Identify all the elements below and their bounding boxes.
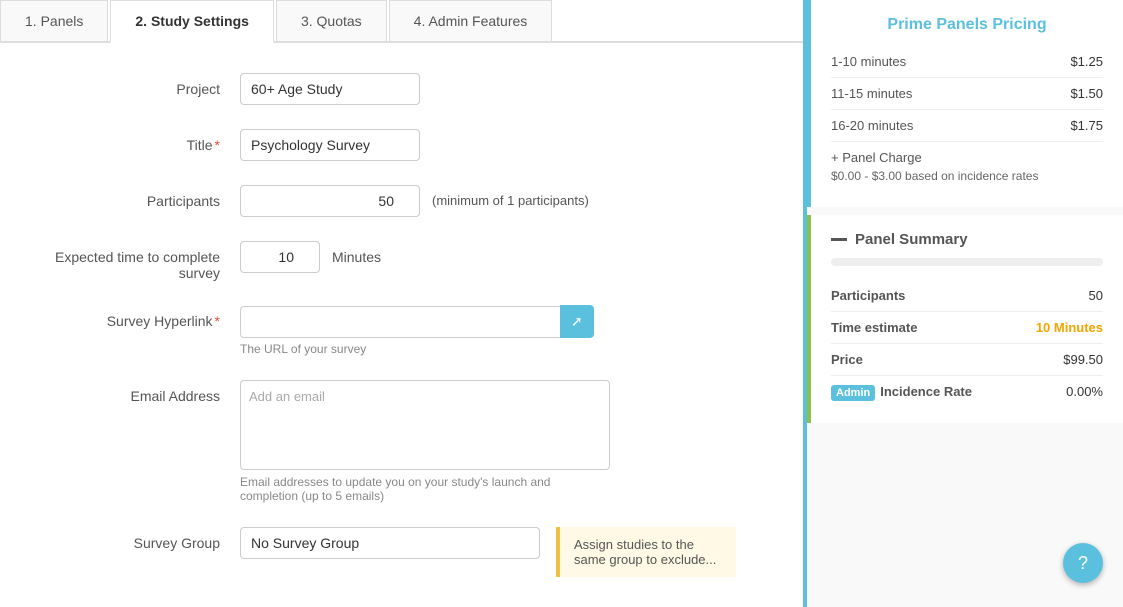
pricing-label-3: 16-20 minutes — [831, 118, 913, 133]
help-button[interactable]: ? — [1063, 543, 1103, 583]
participants-row: Participants (minimum of 1 participants) — [40, 185, 763, 217]
email-input-area[interactable]: Add an email — [240, 380, 610, 470]
survey-group-row: Survey Group No Survey Group Assign stud… — [40, 527, 763, 577]
tab-panels[interactable]: 1. Panels — [0, 0, 108, 41]
pricing-section: Prime Panels Pricing 1-10 minutes $1.25 … — [807, 0, 1123, 207]
project-row: Project — [40, 73, 763, 105]
hyperlink-label: Survey Hyperlink* — [40, 305, 240, 329]
survey-group-select[interactable]: No Survey Group — [240, 527, 540, 559]
tab-quotas[interactable]: 3. Quotas — [276, 0, 387, 41]
pricing-value-4: $0.00 - $3.00 based on incidence rates — [831, 169, 1038, 183]
email-wrapper: Add an email Email addresses to update y… — [240, 380, 610, 503]
title-label: Title* — [40, 129, 240, 153]
summary-participants-row: Participants 50 — [831, 280, 1103, 312]
pricing-row-1: 1-10 minutes $1.25 — [831, 46, 1103, 78]
admin-badge: Admin — [831, 385, 875, 401]
help-icon: ? — [1078, 553, 1088, 574]
summary-time-row: Time estimate 10 Minutes — [831, 312, 1103, 344]
pricing-row-2: 11-15 minutes $1.50 — [831, 78, 1103, 110]
pricing-label-2: 11-15 minutes — [831, 86, 912, 101]
summary-dash-icon — [831, 238, 847, 241]
summary-title: Panel Summary — [855, 231, 968, 248]
tab-study-settings[interactable]: 2. Study Settings — [110, 0, 274, 43]
summary-price-label: Price — [831, 352, 863, 367]
pricing-row-3: 16-20 minutes $1.75 — [831, 110, 1103, 142]
summary-price-row: Price $99.50 — [831, 344, 1103, 376]
external-link-icon: ➚ — [571, 313, 583, 329]
summary-section: Panel Summary Participants 50 Time estim… — [807, 215, 1123, 423]
summary-time-label: Time estimate — [831, 320, 917, 335]
time-input[interactable] — [240, 241, 320, 273]
time-row: Expected time to complete survey Minutes — [40, 241, 763, 281]
summary-incidence-value: 0.00% — [1066, 384, 1103, 399]
pricing-label-4: + Panel Charge — [831, 150, 922, 165]
tab-bar: 1. Panels 2. Study Settings 3. Quotas 4.… — [0, 0, 803, 43]
pricing-value-2: $1.50 — [1070, 86, 1103, 101]
hyperlink-open-button[interactable]: ➚ — [560, 305, 594, 338]
pricing-value-1: $1.25 — [1070, 54, 1103, 69]
project-input[interactable] — [240, 73, 420, 105]
survey-group-label: Survey Group — [40, 527, 240, 551]
participants-input[interactable] — [240, 185, 420, 217]
participants-label: Participants — [40, 185, 240, 209]
title-required: * — [215, 137, 220, 153]
hyperlink-row: Survey Hyperlink* ➚ The URL of your surv… — [40, 305, 763, 356]
title-row: Title* — [40, 129, 763, 161]
hyperlink-wrapper: ➚ — [240, 305, 594, 338]
title-input[interactable] — [240, 129, 420, 161]
email-label: Email Address — [40, 380, 240, 404]
email-row: Email Address Add an email Email address… — [40, 380, 763, 503]
summary-progress-bar — [831, 258, 1103, 266]
summary-incidence-label: AdminIncidence Rate — [831, 384, 972, 399]
right-panel: Prime Panels Pricing 1-10 minutes $1.25 … — [803, 0, 1123, 607]
minutes-label: Minutes — [332, 241, 381, 265]
survey-group-select-wrapper: No Survey Group — [240, 527, 540, 559]
survey-group-info: Assign studies to the same group to excl… — [556, 527, 736, 577]
project-label: Project — [40, 73, 240, 97]
hyperlink-input[interactable] — [240, 306, 560, 338]
tab-admin-features[interactable]: 4. Admin Features — [389, 0, 553, 41]
participants-note: (minimum of 1 participants) — [432, 185, 589, 208]
study-settings-form: Project Title* Participants (minimum of … — [0, 43, 803, 607]
email-hint: Email addresses to update you on your st… — [240, 475, 610, 503]
time-label: Expected time to complete survey — [40, 241, 240, 281]
summary-price-value: $99.50 — [1063, 352, 1103, 367]
summary-incidence-row: AdminIncidence Rate 0.00% — [831, 376, 1103, 407]
hyperlink-hint: The URL of your survey — [240, 342, 594, 356]
pricing-title: Prime Panels Pricing — [831, 16, 1103, 34]
pricing-value-3: $1.75 — [1070, 118, 1103, 133]
pricing-label-1: 1-10 minutes — [831, 54, 906, 69]
summary-participants-label: Participants — [831, 288, 905, 303]
summary-header: Panel Summary — [831, 231, 1103, 248]
summary-participants-value: 50 — [1089, 288, 1103, 303]
hyperlink-required: * — [215, 313, 220, 329]
pricing-row-4: + Panel Charge $0.00 - $3.00 based on in… — [831, 142, 1103, 191]
summary-time-value: 10 Minutes — [1036, 320, 1103, 335]
